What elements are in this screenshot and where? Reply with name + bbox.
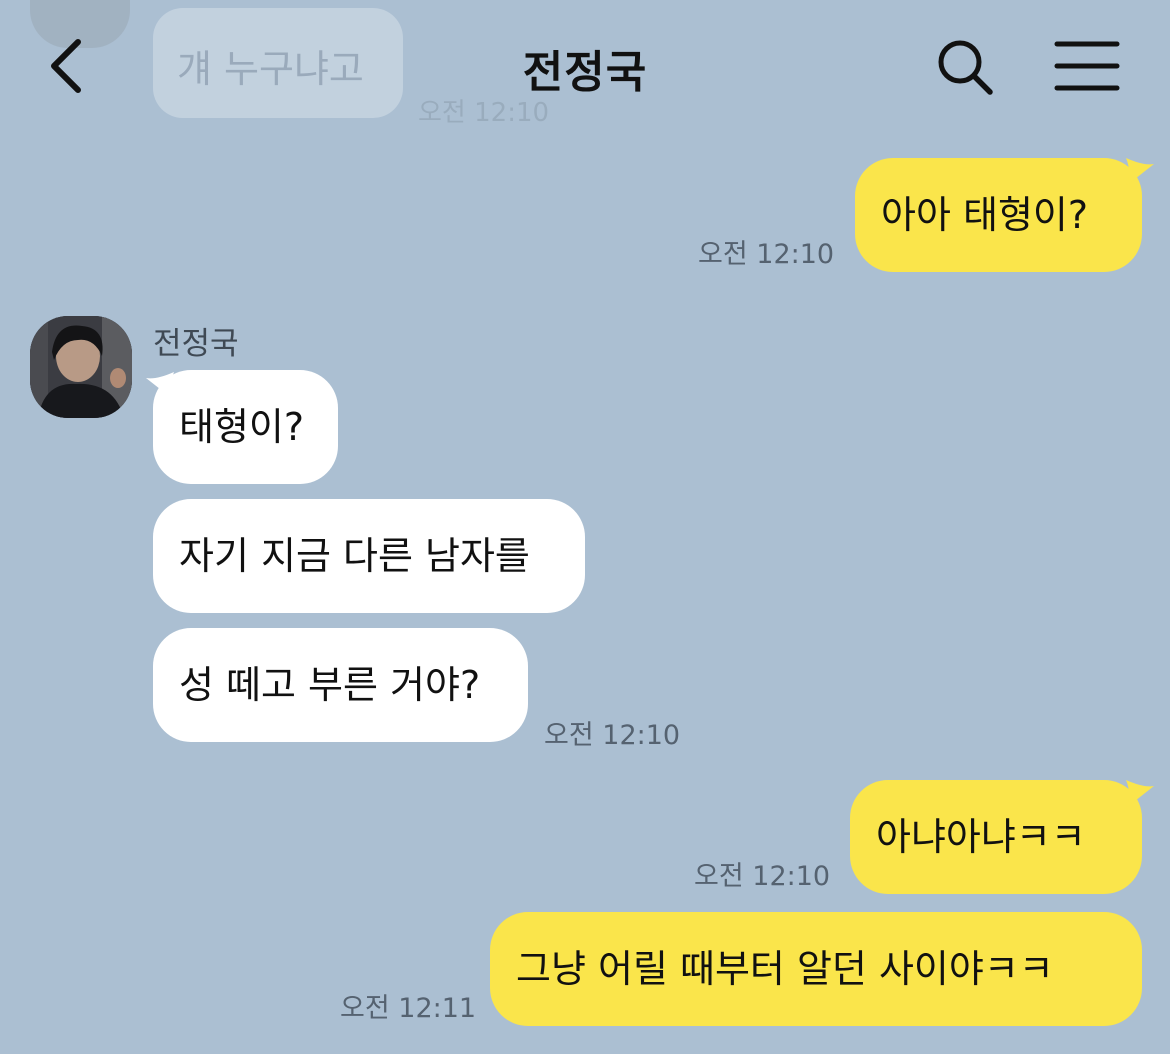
contact-avatar[interactable] (30, 316, 132, 418)
contact-name: 전정국 (153, 326, 239, 362)
message-time: 오전 12:10 (694, 861, 831, 892)
menu-button[interactable] (1054, 40, 1120, 92)
their-message-bubble[interactable]: 자기 지금 다른 남자를 (153, 499, 585, 613)
message-time: 오전 12:11 (340, 993, 477, 1024)
message-time: 오전 12:10 (544, 720, 681, 751)
my-bubble-tail (1126, 158, 1154, 186)
avatar-photo (30, 316, 132, 418)
my-message-bubble[interactable]: 아냐아냐ㅋㅋ (850, 780, 1142, 894)
hamburger-menu-icon (1054, 41, 1120, 91)
their-message-bubble[interactable]: 성 떼고 부른 거야? (153, 628, 528, 742)
my-bubble-tail (1126, 780, 1154, 808)
my-message-bubble[interactable]: 그냥 어릴 때부터 알던 사이야ㅋㅋ (490, 912, 1142, 1026)
their-message-bubble[interactable]: 태형이? (153, 370, 338, 484)
message-time: 오전 12:10 (698, 239, 835, 270)
my-message-bubble[interactable]: 아아 태형이? (855, 158, 1142, 272)
search-icon (938, 40, 993, 95)
search-button[interactable] (934, 36, 998, 100)
